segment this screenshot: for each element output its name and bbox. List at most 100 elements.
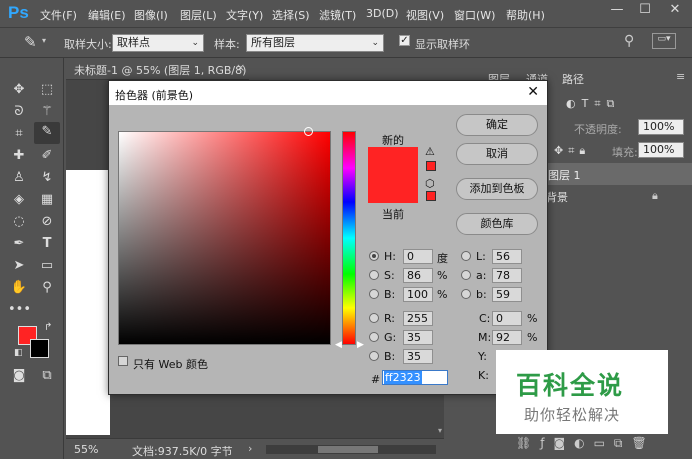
dodge-tool-icon[interactable]: ⊘ [36,212,58,232]
r-radio[interactable] [369,313,379,323]
opacity-input[interactable]: 100% [638,119,684,135]
out-of-gamut-warning-icon[interactable]: ⚠ [425,145,435,158]
lasso-tool-icon[interactable]: ᘐ [8,102,30,122]
menu-image[interactable]: 图像(I) [134,7,168,23]
add-to-swatches-button[interactable]: 添加到色板 [456,178,538,200]
menu-window[interactable]: 窗口(W) [454,7,495,23]
s-radio[interactable] [369,270,379,280]
color-field-marker[interactable] [304,127,313,136]
g-input[interactable]: 35 [403,330,433,345]
r-input[interactable]: 255 [403,311,433,326]
type-tool-icon[interactable]: T [36,234,58,254]
color-field[interactable] [118,127,331,345]
minimize-icon[interactable]: — [604,2,630,20]
a-input[interactable]: 78 [492,268,522,283]
screen-mode-icon[interactable]: ⧉ [36,366,58,386]
magic-wand-icon[interactable]: ⚚ [36,102,58,122]
more-tools-icon[interactable]: ••• [8,300,31,320]
ok-button[interactable]: 确定 [456,114,538,136]
hex-input[interactable]: ff2323 [382,370,448,385]
clone-stamp-icon[interactable]: ♙ [8,168,30,188]
pen-tool-icon[interactable]: ✒ [8,234,30,254]
tab-paths[interactable]: 路径 [562,71,584,87]
crop-tool-icon[interactable]: ⌗ [8,124,30,144]
current-color-swatch[interactable] [368,175,418,203]
menu-filter[interactable]: 滤镜(T) [319,7,356,23]
hue-slider[interactable] [342,131,356,345]
close-icon[interactable]: ✕ [662,2,688,20]
quick-mask-icon[interactable]: ◙ [8,366,30,386]
h-radio[interactable] [369,251,379,261]
h-input[interactable]: 0 [403,249,433,264]
document-canvas[interactable] [66,170,110,435]
brush-tool-icon[interactable]: ✐ [36,146,58,166]
web-safe-swatch[interactable] [426,191,436,201]
eraser-tool-icon[interactable]: ◈ [8,190,30,210]
path-selection-icon[interactable]: ➤ [8,256,30,276]
workspace-icon[interactable]: ▭▾ [652,33,676,49]
l-input[interactable]: 56 [492,249,522,264]
lock-icons[interactable]: ✥⌗🔒︎ [554,144,590,158]
blue-radio[interactable] [369,351,379,361]
menu-select[interactable]: 选择(S) [272,7,310,23]
layer-filter-icons[interactable]: ◐T⌗⧉ [566,97,620,111]
rectangle-tool-icon[interactable]: ▭ [36,256,58,276]
menu-3d[interactable]: 3D(D) [366,7,399,20]
menu-help[interactable]: 帮助(H) [506,7,545,23]
gradient-tool-icon[interactable]: ▦ [36,190,58,210]
color-libraries-button[interactable]: 颜色库 [456,213,538,235]
blue-input[interactable]: 35 [403,349,433,364]
history-brush-icon[interactable]: ↯ [36,168,58,188]
marquee-tool-icon[interactable]: ⬚ [36,80,58,100]
slider-right-arrow-icon[interactable]: ▶ [357,340,364,350]
layer-actions-icons[interactable]: ⛓ƒ◙◐▭⧉🗑︎ [516,436,656,451]
swap-colors-icon[interactable]: ↱ [44,322,52,333]
cancel-button[interactable]: 取消 [456,143,538,165]
eyedropper-icon[interactable]: ✎ [24,33,37,51]
sample-select[interactable]: 所有图层 ⌄ [246,34,384,52]
layer-row-selected[interactable]: 图层 1 [546,163,692,185]
healing-brush-icon[interactable]: ✚ [8,146,30,166]
menu-edit[interactable]: 编辑(E) [88,7,126,23]
tool-preset-chevron-icon[interactable]: ▾ [42,36,46,45]
layer-row[interactable]: 背景 🔒︎ [546,185,692,207]
menu-view[interactable]: 视图(V) [406,7,444,23]
document-tab[interactable]: 未标题-1 @ 55% (图层 1, RGB/8) * × [66,58,249,91]
gamut-swatch[interactable] [426,161,436,171]
move-tool-icon[interactable]: ✥ [8,80,30,100]
eyedropper-tool-icon[interactable]: ✎ [34,122,60,144]
scrollbar-thumb[interactable] [318,446,378,453]
a-radio[interactable] [461,270,471,280]
menu-layer[interactable]: 图层(L) [180,7,217,23]
slider-left-arrow-icon[interactable]: ◀ [335,340,342,350]
s-input[interactable]: 86 [403,268,433,283]
maximize-icon[interactable]: ☐ [632,2,658,20]
zoom-level[interactable]: 55% [74,443,98,456]
horizontal-scrollbar[interactable] [266,445,436,454]
c-input[interactable]: 0 [492,311,522,326]
g-radio[interactable] [369,332,379,342]
zoom-tool-icon[interactable]: ⚲ [36,278,58,298]
default-colors-icon[interactable]: ◧ [14,348,23,358]
l-radio[interactable] [461,251,471,261]
status-menu-icon[interactable]: › [248,442,252,455]
search-icon[interactable]: ⚲ [624,33,634,49]
panel-menu-icon[interactable]: ≡ [676,70,685,83]
blur-tool-icon[interactable]: ◌ [8,212,30,232]
web-only-checkbox[interactable] [118,356,128,366]
web-safe-cube-icon[interactable]: ⬡ [425,177,435,190]
close-tab-icon[interactable]: × [236,61,245,74]
menu-type[interactable]: 文字(Y) [226,7,263,23]
lab-b-input[interactable]: 59 [492,287,522,302]
sample-size-select[interactable]: 取样点 ⌄ [112,34,204,52]
b-input[interactable]: 100 [403,287,433,302]
lab-b-radio[interactable] [461,289,471,299]
b-radio[interactable] [369,289,379,299]
scroll-down-icon[interactable]: ▾ [438,426,442,435]
show-ring-checkbox[interactable]: ✓ [399,35,410,46]
background-color-swatch[interactable] [30,339,49,358]
m-input[interactable]: 92 [492,330,522,345]
hand-tool-icon[interactable]: ✋ [8,278,30,298]
menu-file[interactable]: 文件(F) [40,7,77,23]
fill-input[interactable]: 100% [638,142,684,158]
